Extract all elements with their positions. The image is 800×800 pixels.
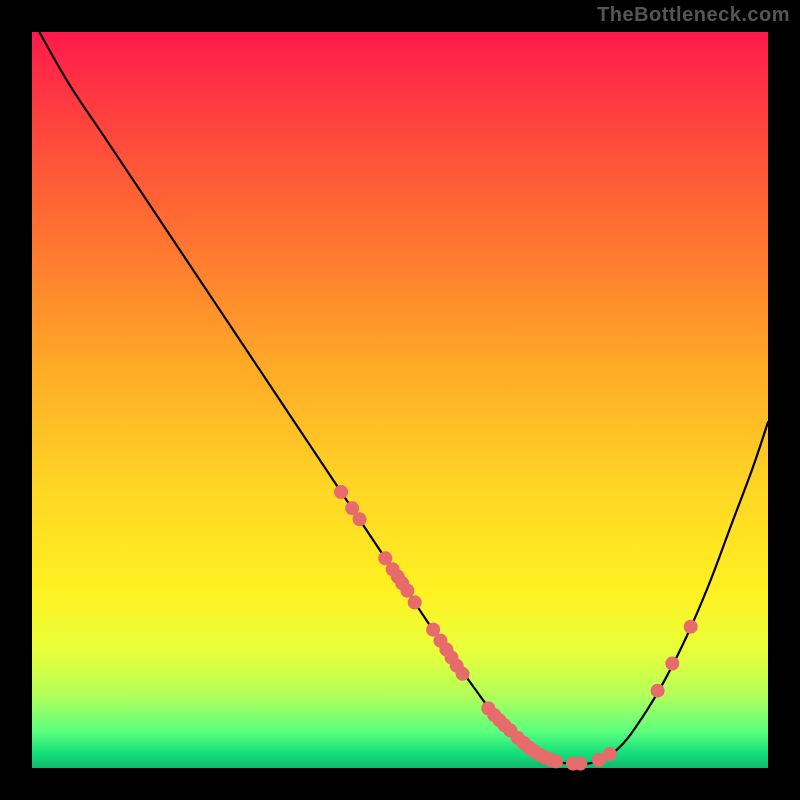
- data-dot: [353, 512, 367, 526]
- data-dot: [456, 667, 470, 681]
- data-dot: [603, 747, 617, 761]
- data-dot: [665, 656, 679, 670]
- chart-frame: TheBottleneck.com: [0, 0, 800, 800]
- bottleneck-curve: [39, 32, 768, 764]
- data-dot: [408, 595, 422, 609]
- data-dot: [334, 485, 348, 499]
- plot-area: [32, 32, 768, 768]
- data-dot: [651, 684, 665, 698]
- data-dot: [573, 757, 587, 771]
- data-dot: [400, 584, 414, 598]
- data-dot: [684, 620, 698, 634]
- chart-svg: [32, 32, 768, 768]
- data-dots: [334, 485, 698, 771]
- data-dot: [549, 754, 563, 768]
- watermark-text: TheBottleneck.com: [597, 4, 790, 27]
